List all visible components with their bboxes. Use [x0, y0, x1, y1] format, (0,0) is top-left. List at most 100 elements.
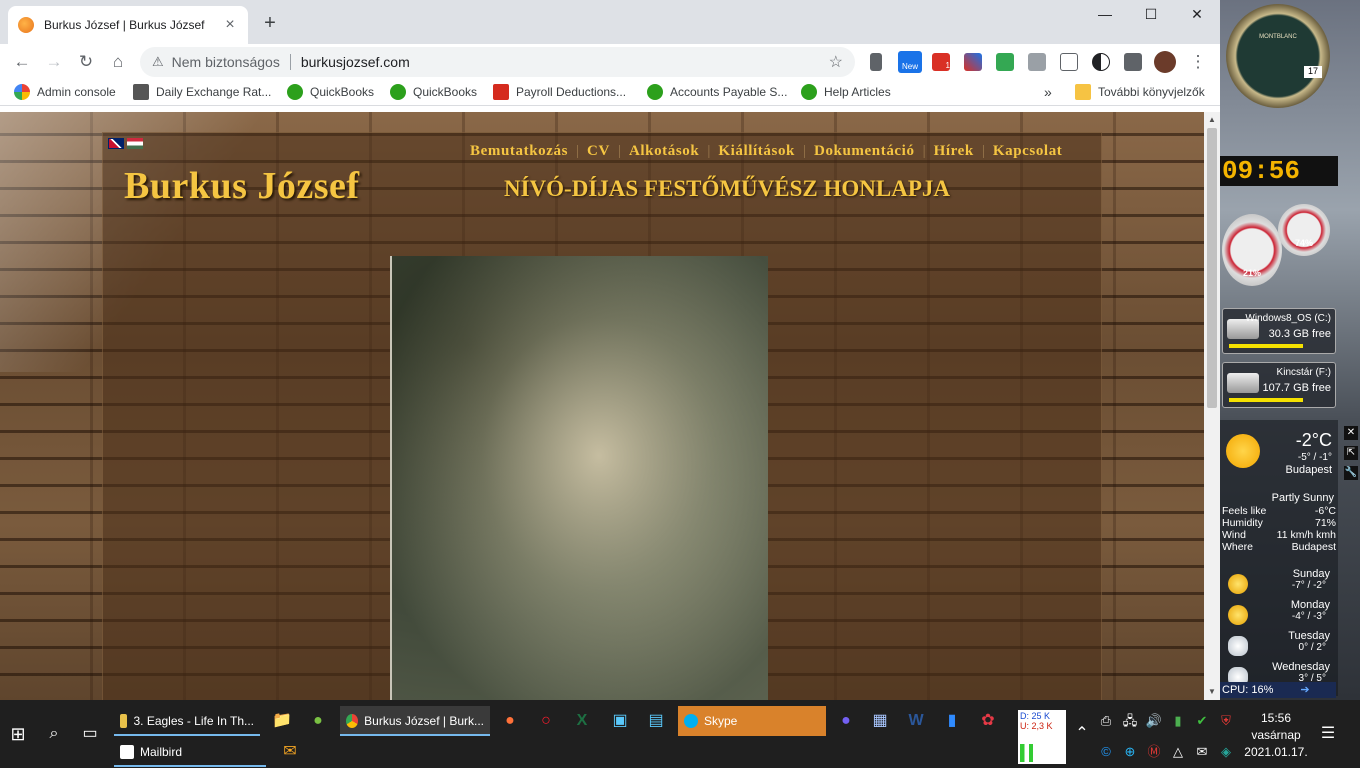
taskbar-app-winamp[interactable]: 3. Eagles - Life In Th...: [114, 706, 260, 736]
bookmark-quickbooks-1[interactable]: QuickBooks: [287, 84, 374, 100]
tray-check-icon[interactable]: ✔: [1190, 709, 1214, 733]
home-icon[interactable]: ⌂: [106, 50, 130, 74]
hungarian-flag-icon[interactable]: [127, 138, 143, 149]
taskbar-app-mailbird[interactable]: Mailbird: [114, 737, 266, 767]
extension-dark-mode-icon[interactable]: [1092, 53, 1110, 71]
nav-dokumentacio[interactable]: Dokumentáció: [814, 143, 915, 160]
nav-kiallitasok[interactable]: Kiállítások: [718, 143, 795, 160]
profile-avatar[interactable]: [1154, 51, 1176, 73]
outlook-icon[interactable]: ▣: [608, 709, 632, 733]
file-explorer-icon[interactable]: 📁: [270, 709, 294, 733]
extension-grid-icon[interactable]: [1028, 53, 1046, 71]
minimize-button[interactable]: —: [1082, 6, 1128, 26]
mailbird-notifier-icon[interactable]: ✉: [278, 740, 302, 764]
quickbooks-icon: [647, 84, 663, 100]
close-window-button[interactable]: ✕: [1174, 6, 1220, 26]
taskbar-clock[interactable]: 15:56 vasárnap 2021.01.17.: [1244, 710, 1308, 761]
tray-ccleaner-icon[interactable]: ©: [1094, 740, 1118, 764]
gadget-close-icon[interactable]: ✕: [1344, 426, 1358, 440]
tray-vpn-icon[interactable]: ◈: [1214, 740, 1238, 764]
download-rate: D: 25 K: [1020, 711, 1051, 721]
site-title[interactable]: Burkus József: [124, 164, 360, 208]
task-view-icon[interactable]: ▭: [78, 722, 102, 746]
opera-icon[interactable]: ○: [534, 709, 558, 733]
tab-close-icon[interactable]: ×: [222, 16, 238, 34]
bookmarks-overflow-button[interactable]: »: [1044, 84, 1052, 100]
bookmark-help-articles[interactable]: Help Articles: [801, 84, 891, 100]
word-icon[interactable]: W: [904, 709, 928, 733]
notepad-icon[interactable]: ▮: [940, 709, 964, 733]
scroll-down-icon[interactable]: ▼: [1204, 684, 1220, 700]
search-icon[interactable]: ⌕: [42, 722, 66, 746]
back-icon[interactable]: ←: [10, 50, 34, 74]
reload-icon[interactable]: ↻: [74, 50, 98, 74]
tray-shield-icon[interactable]: ⛨: [1214, 709, 1238, 733]
extension-diamond-icon[interactable]: [964, 53, 982, 71]
forecast-day-name: Sunday: [1292, 568, 1330, 580]
nav-kapcsolat[interactable]: Kapcsolat: [993, 143, 1063, 160]
tray-printer-icon[interactable]: ⎙: [1094, 709, 1118, 733]
security-label[interactable]: Nem biztonságos: [172, 54, 280, 70]
maximize-button[interactable]: ☐: [1128, 6, 1174, 26]
warning-icon[interactable]: ⚠: [152, 54, 164, 70]
android-messages-icon[interactable]: ●: [306, 709, 330, 733]
extension-calendar-icon[interactable]: 1: [932, 53, 950, 71]
nav-hirek[interactable]: Hírek: [934, 143, 974, 160]
new-tab-button[interactable]: +: [258, 12, 282, 35]
arrow-right-icon[interactable]: ➔: [1300, 684, 1309, 696]
nav-cv[interactable]: CV: [587, 143, 610, 160]
page-scrollbar[interactable]: ▲ ▼: [1204, 112, 1220, 700]
bookmark-star-icon[interactable]: ☆: [829, 52, 843, 72]
url-text[interactable]: burkusjozsef.com: [301, 54, 829, 70]
taskbar-app-chrome[interactable]: Burkus József | Burk...: [340, 706, 490, 736]
bookmark-payroll[interactable]: Payroll Deductions...: [493, 84, 626, 100]
gadget-resize-icon[interactable]: ⇱: [1344, 446, 1358, 460]
extension-green-icon[interactable]: [996, 53, 1014, 71]
calculator-icon[interactable]: ▦: [868, 709, 892, 733]
tray-globe-icon[interactable]: ⊕: [1118, 740, 1142, 764]
tray-volume-icon[interactable]: 🔊: [1142, 709, 1166, 733]
bookmarks-bar: Admin console Daily Exchange Rat... Quic…: [0, 80, 1220, 106]
bookmark-accounts-payable[interactable]: Accounts Payable S...: [647, 84, 787, 100]
extensions-puzzle-icon[interactable]: [1124, 53, 1142, 71]
tray-network-icon[interactable]: 🖧: [1118, 709, 1142, 733]
weather-detail-row: Humidity 71%: [1222, 517, 1336, 529]
bookmark-other-folder[interactable]: További könyvjelzők: [1075, 84, 1205, 100]
firefox-icon[interactable]: ●: [498, 709, 522, 733]
tray-battery-icon[interactable]: ▮: [1166, 709, 1190, 733]
bookmark-quickbooks-2[interactable]: QuickBooks: [390, 84, 477, 100]
taskbar-app-skype[interactable]: Skype: [678, 706, 826, 736]
clock-time: 15:56: [1260, 711, 1292, 725]
drive-c[interactable]: Windows8_OS (C:) 30.3 GB free: [1222, 308, 1336, 354]
tray-mail-icon[interactable]: ✉: [1190, 740, 1214, 764]
taskbar-app-label: Skype: [704, 714, 738, 728]
remote-desktop-icon[interactable]: ▤: [644, 709, 668, 733]
show-hidden-icons[interactable]: ⌃: [1070, 722, 1094, 746]
notifications-icon[interactable]: ☰: [1316, 722, 1340, 746]
excel-icon[interactable]: X: [570, 709, 594, 733]
gadget-settings-icon[interactable]: 🔧: [1344, 466, 1358, 480]
windows-start-icon[interactable]: ⊞: [6, 722, 30, 746]
extension-c-icon[interactable]: [1060, 53, 1078, 71]
tray-mega-icon[interactable]: Ⓜ: [1142, 740, 1166, 764]
bookmark-exchange-rates[interactable]: Daily Exchange Rat...: [133, 84, 271, 100]
tray-drive-icon[interactable]: △: [1166, 740, 1190, 764]
nav-bemutatkozas[interactable]: Bemutatkozás: [470, 143, 568, 160]
featured-painting[interactable]: [390, 256, 768, 700]
menu-dots-icon[interactable]: ⋮: [1186, 50, 1210, 74]
extension-new-icon[interactable]: New: [898, 51, 922, 73]
forward-icon[interactable]: →: [42, 50, 66, 74]
scroll-thumb[interactable]: [1207, 128, 1217, 408]
scroll-up-icon[interactable]: ▲: [1204, 112, 1220, 128]
extension-reader-icon[interactable]: [870, 53, 882, 71]
drive-f[interactable]: Kincstár (F:) 107.7 GB free: [1222, 362, 1336, 408]
viber-icon[interactable]: ●: [834, 709, 858, 733]
english-flag-icon[interactable]: [108, 138, 124, 149]
nav-alkotasok[interactable]: Alkotások: [629, 143, 699, 160]
address-bar[interactable]: ⚠ Nem biztonságos burkusjozsef.com ☆: [140, 47, 855, 77]
tab-burkus[interactable]: Burkus József | Burkus József ×: [8, 6, 248, 44]
taskbar: ⊞ ⌕ ▭ 3. Eagles - Life In Th... 📁 ● Burk…: [0, 700, 1360, 768]
bookmark-admin-console[interactable]: Admin console: [14, 84, 116, 100]
media-player-icon[interactable]: ✿: [976, 709, 1000, 733]
nav-divider: |: [922, 143, 926, 159]
